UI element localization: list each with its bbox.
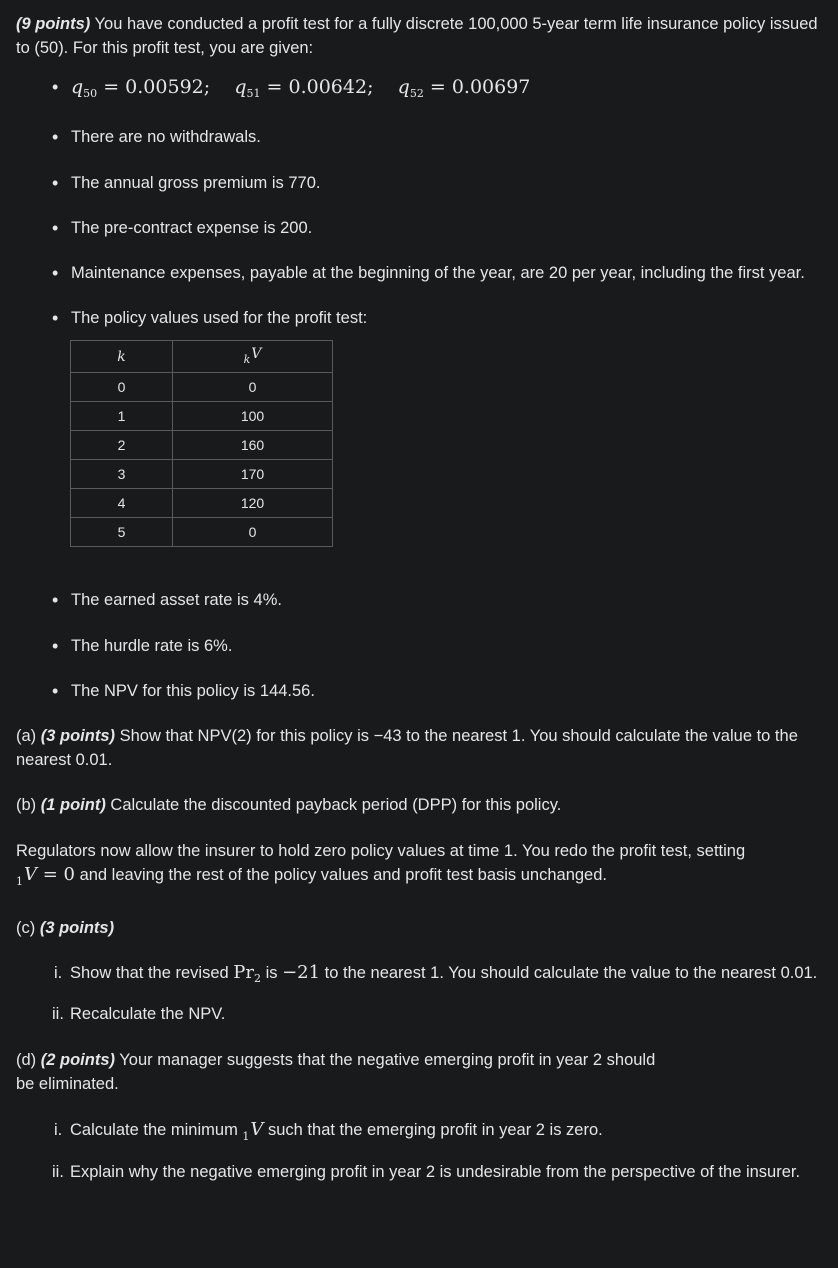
table-row: 1 100 (70, 401, 333, 431)
part-b-points: (1 point) (40, 796, 106, 814)
intro-text: You have conducted a profit test for a f… (16, 15, 818, 57)
given-earned-rate: The earned asset rate is 4%. (16, 588, 826, 612)
part-a: (a) (3 points) Show that NPV(2) for this… (16, 727, 798, 769)
part-c-ii: ii. Recalculate the NPV. (52, 1005, 226, 1023)
part-c-items: i. Show that the revised Pr2 is −21 to th… (16, 961, 826, 1026)
mortality-rates: q50 = 0.00592; q51 = 0.00642; q52 = 0.00… (16, 75, 826, 106)
part-b: (b) (1 point) Calculate the discounted p… (16, 796, 562, 814)
given-list-2: The earned asset rate is 4%. The hurdle … (16, 588, 826, 703)
policy-value-table: k kV 00 1 100 2 160 3 170 4 120 50 (70, 340, 333, 547)
given-maintenance: Maintenance expenses, payable at the beg… (16, 261, 826, 285)
regulators-paragraph: Regulators now allow the insurer to hold… (16, 842, 746, 888)
part-d-i: i. Calculate the minimum 1V such that the… (54, 1119, 603, 1143)
table-row: 3 170 (70, 459, 333, 489)
part-d-points: (2 points) (40, 1051, 115, 1069)
part-a-points: (3 points) (40, 727, 115, 745)
given-npv: The NPV for this policy is 144.56. (16, 679, 826, 703)
given-precontract: The pre-contract expense is 200. (16, 216, 826, 240)
table-row: 50 (70, 517, 333, 547)
header-kv: kV (172, 340, 333, 373)
problem-intro: (9 points) You have conducted a profit t… (16, 12, 826, 60)
mortality-formula: q50 = 0.00592; q51 = 0.00642; q52 = 0.00… (71, 76, 531, 100)
intro-points: (9 points) (16, 15, 91, 33)
given-list: q50 = 0.00592; q51 = 0.00642; q52 = 0.00… (16, 75, 826, 330)
v1-formula: 1V = 0 (16, 864, 75, 888)
problem-document: (9 points) You have conducted a profit t… (16, 12, 826, 1184)
part-d: (d) (2 points) Your manager suggests tha… (16, 1051, 656, 1093)
given-withdrawals: There are no withdrawals. (16, 125, 826, 149)
part-d-ii: ii. Explain why the negative emerging pro… (52, 1163, 801, 1181)
given-policy-values: The policy values used for the profit te… (16, 306, 826, 330)
table-row: 00 (70, 372, 333, 402)
given-hurdle: The hurdle rate is 6%. (16, 634, 826, 658)
header-k: k (70, 340, 173, 373)
part-c-i: i. Show that the revised Pr2 is −21 to th… (54, 962, 818, 985)
table-row: 2 160 (70, 430, 333, 460)
part-d-items: i. Calculate the minimum 1V such that the… (16, 1118, 826, 1184)
given-premium: The annual gross premium is 770. (16, 171, 826, 195)
part-c: (c) (3 points) (16, 919, 115, 937)
table-header-row: k kV (70, 340, 333, 373)
part-c-points: (3 points) (39, 919, 115, 937)
table-row: 4 120 (70, 488, 333, 518)
